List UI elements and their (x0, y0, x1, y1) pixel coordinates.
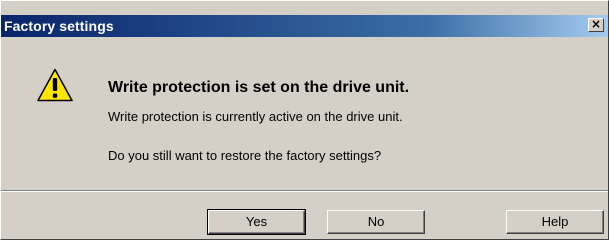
message-headline: Write protection is set on the drive uni… (108, 79, 410, 96)
warning-icon (37, 68, 73, 102)
close-icon: × (590, 17, 602, 31)
yes-button[interactable]: Yes (207, 209, 306, 235)
help-button[interactable]: Help (506, 210, 604, 234)
close-button[interactable]: × (588, 18, 604, 32)
message-question: Do you still want to restore the factory… (108, 148, 382, 163)
message-detail: Write protection is currently active on … (108, 109, 403, 124)
factory-settings-dialog: Factory settings × Write protection is s… (0, 0, 609, 240)
title-bar[interactable]: Factory settings × (1, 15, 608, 37)
window-title: Factory settings (4, 18, 114, 34)
separator (1, 190, 608, 192)
no-button[interactable]: No (327, 210, 425, 234)
